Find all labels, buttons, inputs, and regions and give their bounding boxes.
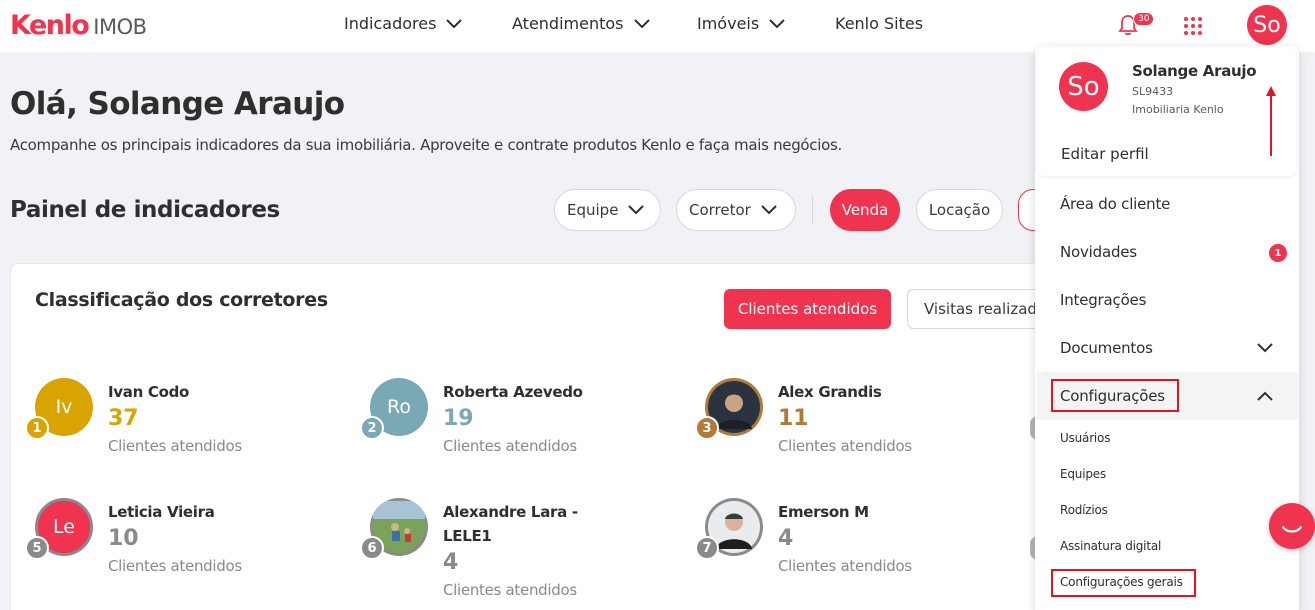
menu-area-cliente[interactable]: Área do cliente	[1060, 195, 1170, 213]
logo-sub: IMOB	[93, 15, 147, 39]
broker-metric-label: Clientes atendidos	[108, 437, 242, 455]
corretor-filter[interactable]: Corretor	[676, 189, 796, 231]
menu-assinatura-digital[interactable]: Assinatura digital	[1060, 539, 1161, 553]
venda-toggle[interactable]: Venda	[830, 189, 900, 231]
nav-indicadores[interactable]: Indicadores	[344, 14, 463, 33]
broker-name: Ivan Codo	[108, 383, 190, 401]
broker-value: 37	[108, 406, 139, 431]
panel-title: Painel de indicadores	[10, 197, 280, 223]
rank-number: 1	[25, 416, 49, 440]
chevron-down-icon	[446, 18, 463, 28]
menu-user-name: Solange Araujo	[1132, 62, 1257, 80]
chevron-down-icon	[769, 18, 785, 28]
rank-number: 6	[360, 536, 384, 560]
broker-value: 4	[778, 526, 794, 551]
edit-profile-link[interactable]: Editar perfil	[1061, 145, 1149, 163]
broker-name: Alex Grandis	[778, 383, 882, 401]
logo-brand: Kenlo	[10, 10, 90, 41]
broker-name: Emerson M	[778, 503, 869, 521]
menu-user-code: SL9433	[1132, 85, 1174, 98]
apps-grid-icon[interactable]	[1183, 16, 1203, 36]
broker-value: 10	[108, 526, 139, 551]
broker-metric-label: Clientes atendidos	[778, 437, 912, 455]
locacao-toggle[interactable]: Locação	[916, 189, 1003, 231]
highlight-box	[1051, 379, 1179, 412]
menu-documentos[interactable]: Documentos	[1060, 339, 1153, 357]
broker-value: 11	[778, 406, 809, 431]
corretor-filter-label: Corretor	[689, 201, 751, 219]
page-subtitle: Acompanhe os principais indicadores da s…	[10, 136, 842, 154]
novidades-badge: 1	[1269, 244, 1287, 262]
kenlo-imob-logo[interactable]: Kenlo IMOB	[10, 10, 147, 41]
broker-name: Roberta Azevedo	[443, 383, 583, 401]
ranking-item[interactable]: 6 Alexandre Lara - LELE1 4 Clientes aten…	[360, 498, 670, 599]
broker-metric-label: Clientes atendidos	[108, 557, 242, 575]
clientes-atendidos-button[interactable]: Clientes atendidos	[724, 289, 891, 329]
notification-badge: 30	[1133, 12, 1155, 26]
nav-indicadores-label: Indicadores	[344, 14, 437, 33]
chevron-up-icon[interactable]	[1257, 391, 1273, 401]
menu-novidades[interactable]: Novidades	[1060, 243, 1137, 261]
equipe-filter-label: Equipe	[567, 201, 619, 219]
ranking-item[interactable]: Iv 1 Ivan Codo 37 Clientes atendidos	[25, 378, 335, 478]
broker-value: 19	[443, 406, 474, 431]
ranking-item[interactable]: Le 5 Leticia Vieira 10 Clientes atendido…	[25, 498, 335, 598]
broker-name: Alexandre Lara - LELE1	[443, 503, 578, 545]
broker-metric-label: Clientes atendidos	[778, 557, 912, 575]
chevron-down-icon	[1257, 343, 1273, 353]
menu-company: Imobiliaria Kenlo	[1132, 103, 1224, 116]
menu-avatar: So	[1059, 62, 1108, 111]
highlight-box	[1051, 569, 1196, 597]
ranking-item[interactable]: 3 Alex Grandis 11 Clientes atendidos	[695, 378, 1005, 478]
chat-button[interactable]	[1269, 503, 1315, 549]
broker-metric-label: Clientes atendidos	[443, 581, 577, 599]
filter-divider	[812, 196, 813, 224]
ranking-item[interactable]: 7 Emerson M 4 Clientes atendidos	[695, 498, 1005, 598]
menu-usuarios[interactable]: Usuários	[1060, 431, 1110, 445]
chevron-down-icon	[761, 205, 777, 215]
chat-icon	[1281, 525, 1303, 533]
rank-number: 3	[695, 416, 719, 440]
nav-kenlo-sites-label: Kenlo Sites	[835, 14, 924, 33]
rank-number: 7	[695, 536, 719, 560]
chevron-down-icon	[633, 18, 650, 28]
ranking-item[interactable]: Ro 2 Roberta Azevedo 19 Clientes atendid…	[360, 378, 670, 478]
broker-name: Leticia Vieira	[108, 503, 215, 521]
arrow-up-icon	[1266, 86, 1276, 156]
broker-metric-label: Clientes atendidos	[443, 437, 577, 455]
nav-imoveis[interactable]: Imóveis	[697, 14, 785, 33]
ranking-title: Classificação dos corretores	[35, 289, 328, 311]
nav-atendimentos-label: Atendimentos	[512, 14, 624, 33]
nav-kenlo-sites[interactable]: Kenlo Sites	[835, 14, 923, 33]
rank-number: 5	[25, 536, 49, 560]
rank-number: 2	[360, 416, 384, 440]
chevron-down-icon	[628, 205, 645, 215]
menu-rodizios[interactable]: Rodízios	[1060, 503, 1108, 517]
nav-imoveis-label: Imóveis	[697, 14, 760, 33]
menu-integracoes[interactable]: Integrações	[1060, 291, 1146, 309]
broker-value: 4	[443, 550, 459, 575]
page-title: Olá, Solange Araujo	[10, 86, 345, 122]
user-avatar[interactable]: So	[1247, 5, 1287, 45]
equipe-filter[interactable]: Equipe	[554, 189, 661, 231]
visitas-realizadas-button[interactable]: Visitas realizadas	[907, 289, 1047, 329]
menu-equipes[interactable]: Equipes	[1060, 467, 1106, 481]
nav-atendimentos[interactable]: Atendimentos	[512, 14, 650, 33]
